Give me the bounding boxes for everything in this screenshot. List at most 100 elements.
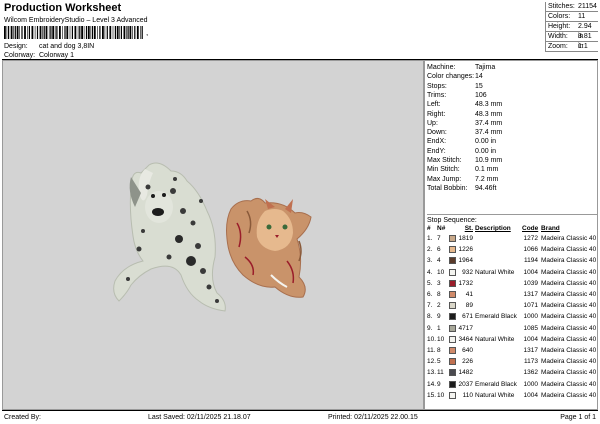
- summary-label: Colors:: [548, 13, 571, 20]
- row-brand: Madeira Classic 40: [541, 291, 597, 298]
- machine-info-value: 48.3 mm: [475, 101, 503, 109]
- machine-info-label: Up:: [427, 119, 438, 127]
- summary-row: Width: 3.81 in: [546, 32, 598, 50]
- row-description: Natural White: [475, 268, 515, 276]
- row-code: 1066: [523, 246, 538, 254]
- row-needle: 5: [437, 358, 441, 366]
- machine-info-label: Left:: [427, 101, 441, 109]
- machine-info-row: Trims: 106: [427, 91, 597, 100]
- stop-sequence-row: 11. 8 640 1317 Madeira Classic 40: [427, 346, 598, 355]
- row-code: 1004: [523, 335, 538, 343]
- col-brand: Brand: [541, 225, 560, 232]
- machine-info-row: Right: 48.3 mm: [427, 110, 597, 119]
- color-swatch: [449, 391, 456, 399]
- row-brand: Madeira Classic 40: [541, 335, 597, 343]
- machine-info-row: Machine: Tajima: [427, 63, 597, 72]
- row-needle: 1: [437, 324, 441, 332]
- stop-sequence-row: 12. 5 226 1173 Madeira Classic 40: [427, 357, 598, 366]
- color-swatch: [449, 324, 456, 332]
- cat-figure: [226, 197, 312, 298]
- summary-label: Height:: [548, 23, 571, 30]
- stop-sequence-row: 13. 11 1482 1362 Madeira Classic 40: [427, 368, 598, 377]
- summary-label: Width:: [548, 33, 568, 40]
- machine-info-row: Total Bobbin: 94.46ft: [427, 184, 597, 193]
- machine-info-label: Max Stitch:: [427, 157, 462, 164]
- row-stitches: 226: [462, 358, 473, 366]
- color-swatch: [449, 302, 456, 310]
- row-index: 1.: [427, 235, 433, 242]
- row-stitches: 640: [462, 347, 473, 354]
- row-index: 4.: [427, 268, 433, 276]
- stop-sequence-row: 7. 2 89 1071 Madeira Classic 40: [427, 301, 598, 310]
- row-needle: 8: [437, 291, 441, 298]
- row-needle: 8: [437, 347, 441, 354]
- summary-row: Stitches: 21154: [546, 2, 598, 12]
- row-index: 6.: [427, 291, 433, 298]
- row-brand: Madeira Classic 40: [541, 324, 597, 332]
- machine-info-label: Right:: [427, 110, 446, 118]
- machine-info-label: Min Stitch:: [427, 166, 460, 174]
- summary-row: Height: 2.94 in: [546, 22, 598, 40]
- row-brand: Madeira Classic 40: [541, 246, 597, 254]
- machine-info-value: Tajima: [475, 64, 496, 71]
- row-index: 15.: [427, 391, 437, 399]
- machine-info-label: Total Bobbin:: [427, 184, 468, 192]
- design-label: Design:: [4, 43, 28, 50]
- machine-info-row: Left: 48.3 mm: [427, 100, 597, 109]
- row-index: 2.: [427, 246, 433, 254]
- design-preview[interactable]: [2, 60, 424, 410]
- row-stitches: 89: [465, 302, 473, 310]
- row-brand: Madeira Classic 40: [541, 358, 597, 366]
- color-swatch: [449, 335, 456, 343]
- row-needle: 10: [437, 391, 445, 399]
- color-swatch: [449, 347, 456, 354]
- summary-row: Zoom: 1:1: [546, 42, 598, 52]
- row-needle: 7: [437, 235, 441, 242]
- row-index: 10.: [427, 335, 437, 343]
- row-brand: Madeira Classic 40: [541, 313, 597, 321]
- row-index: 7.: [427, 302, 433, 310]
- summary-row: Colors: 11: [546, 12, 598, 22]
- machine-info-value: 0.00 in: [475, 147, 497, 155]
- summary-label: Zoom:: [548, 43, 568, 50]
- row-code: 1039: [523, 279, 538, 287]
- color-swatch: [449, 313, 456, 321]
- row-code: 1272: [523, 235, 538, 242]
- machine-info-row: Down: 37.4 mm: [427, 128, 597, 137]
- row-index: 8.: [427, 313, 433, 321]
- page-title: Production Worksheet: [4, 2, 122, 14]
- stop-sequence-row: 3. 4 1964 1194 Madeira Classic 40: [427, 256, 598, 265]
- row-index: 5.: [427, 279, 433, 287]
- product-name: Wilcom EmbroideryStudio – Level 3 Advanc…: [4, 17, 148, 24]
- row-stitches: 671: [462, 313, 473, 321]
- created-by: Created By:: [4, 414, 41, 421]
- stop-sequence-header: # N# St. Description Code Brand: [427, 224, 598, 233]
- machine-info-value: 48.3 mm: [475, 110, 503, 118]
- row-stitches: 41: [465, 291, 473, 298]
- row-code: 1362: [523, 369, 538, 377]
- design-barcode: [4, 26, 143, 39]
- row-code: 1071: [523, 302, 538, 310]
- machine-info-row: Up: 37.4 mm: [427, 119, 597, 128]
- col-code: Code: [522, 225, 539, 232]
- machine-info-label: Down:: [427, 129, 447, 137]
- stop-sequence-row: 14. 9 2037 Emerald Black 1000 Madeira Classic…: [427, 380, 598, 389]
- row-needle: 2: [437, 302, 441, 310]
- row-code: 1194: [524, 257, 538, 265]
- row-stitches: 4717: [458, 324, 473, 332]
- row-description: Natural White: [475, 391, 515, 399]
- row-needle: 9: [437, 380, 441, 388]
- row-index: 13.: [427, 369, 437, 377]
- summary-value: 1:1: [578, 43, 588, 50]
- page-footer: Created By: Last Saved: 02/11/2025 21.18…: [2, 410, 598, 422]
- machine-info-value: 0.00 in: [475, 138, 497, 146]
- stop-sequence-row: 5. 3 1732 1039 Madeira Classic 40: [427, 279, 598, 288]
- machine-info-value: 14: [475, 73, 483, 81]
- row-brand: Madeira Classic 40: [541, 347, 597, 354]
- row-stitches: 2037: [458, 380, 473, 388]
- barcode-text: ,: [146, 28, 149, 37]
- col-hash: #: [427, 225, 431, 232]
- machine-info-row: Stops: 15: [427, 82, 597, 91]
- row-needle: 10: [437, 268, 445, 276]
- printed-date: Printed: 02/11/2025 22.00.15: [328, 414, 418, 421]
